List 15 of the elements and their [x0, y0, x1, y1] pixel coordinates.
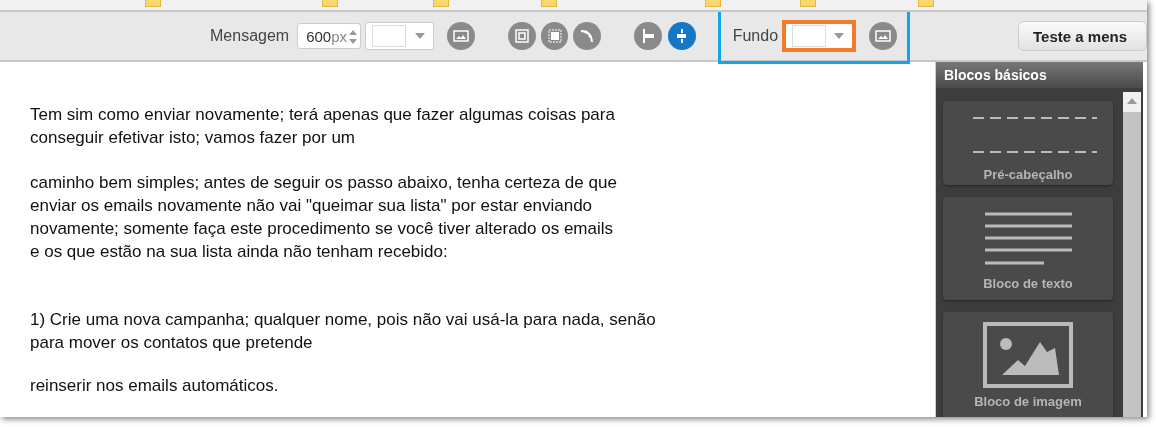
paragraph: Tem sim como enviar novamente; terá apenas que fazer algumas coisas para conseguir efetivar isto; vamos fazer por um — [30, 104, 616, 149]
width-input[interactable]: 600px — [297, 23, 361, 49]
test-message-button[interactable]: Teste a mens — [1018, 21, 1147, 51]
paragraph: reinserir nos emails automáticos. — [30, 375, 280, 397]
message-width-label: Mensagem — [210, 27, 290, 45]
block-card[interactable]: Bloco de imagem — [943, 312, 1113, 417]
paragraph: caminho bem simples; antes de seguir os passo abaixo, tenha certeza de que enviar os emails novamente não vai "queimar sua lista" por estar enviando novamente; somente faça este procedimento se você tiver alterado os emails e os que estão na sua lista ainda não tenham recebido: — [30, 172, 618, 263]
paragraph: 1) Crie uma nova campanha; qualquer nome, pois não vai usá-la para nada, senão para mover os contatos que pretende — [30, 309, 657, 354]
block-label: Bloco de texto — [983, 276, 1073, 291]
block-card[interactable]: Bloco de texto — [943, 197, 1113, 300]
block-card[interactable]: Pré-cabeçalho — [943, 101, 1113, 185]
block-label: Bloco de imagem — [974, 394, 1082, 409]
background-label: Fundo — [732, 27, 779, 45]
block-label: Pré-cabeçalho — [983, 167, 1073, 182]
sidebar-header: Blocos básicos — [936, 62, 1143, 88]
